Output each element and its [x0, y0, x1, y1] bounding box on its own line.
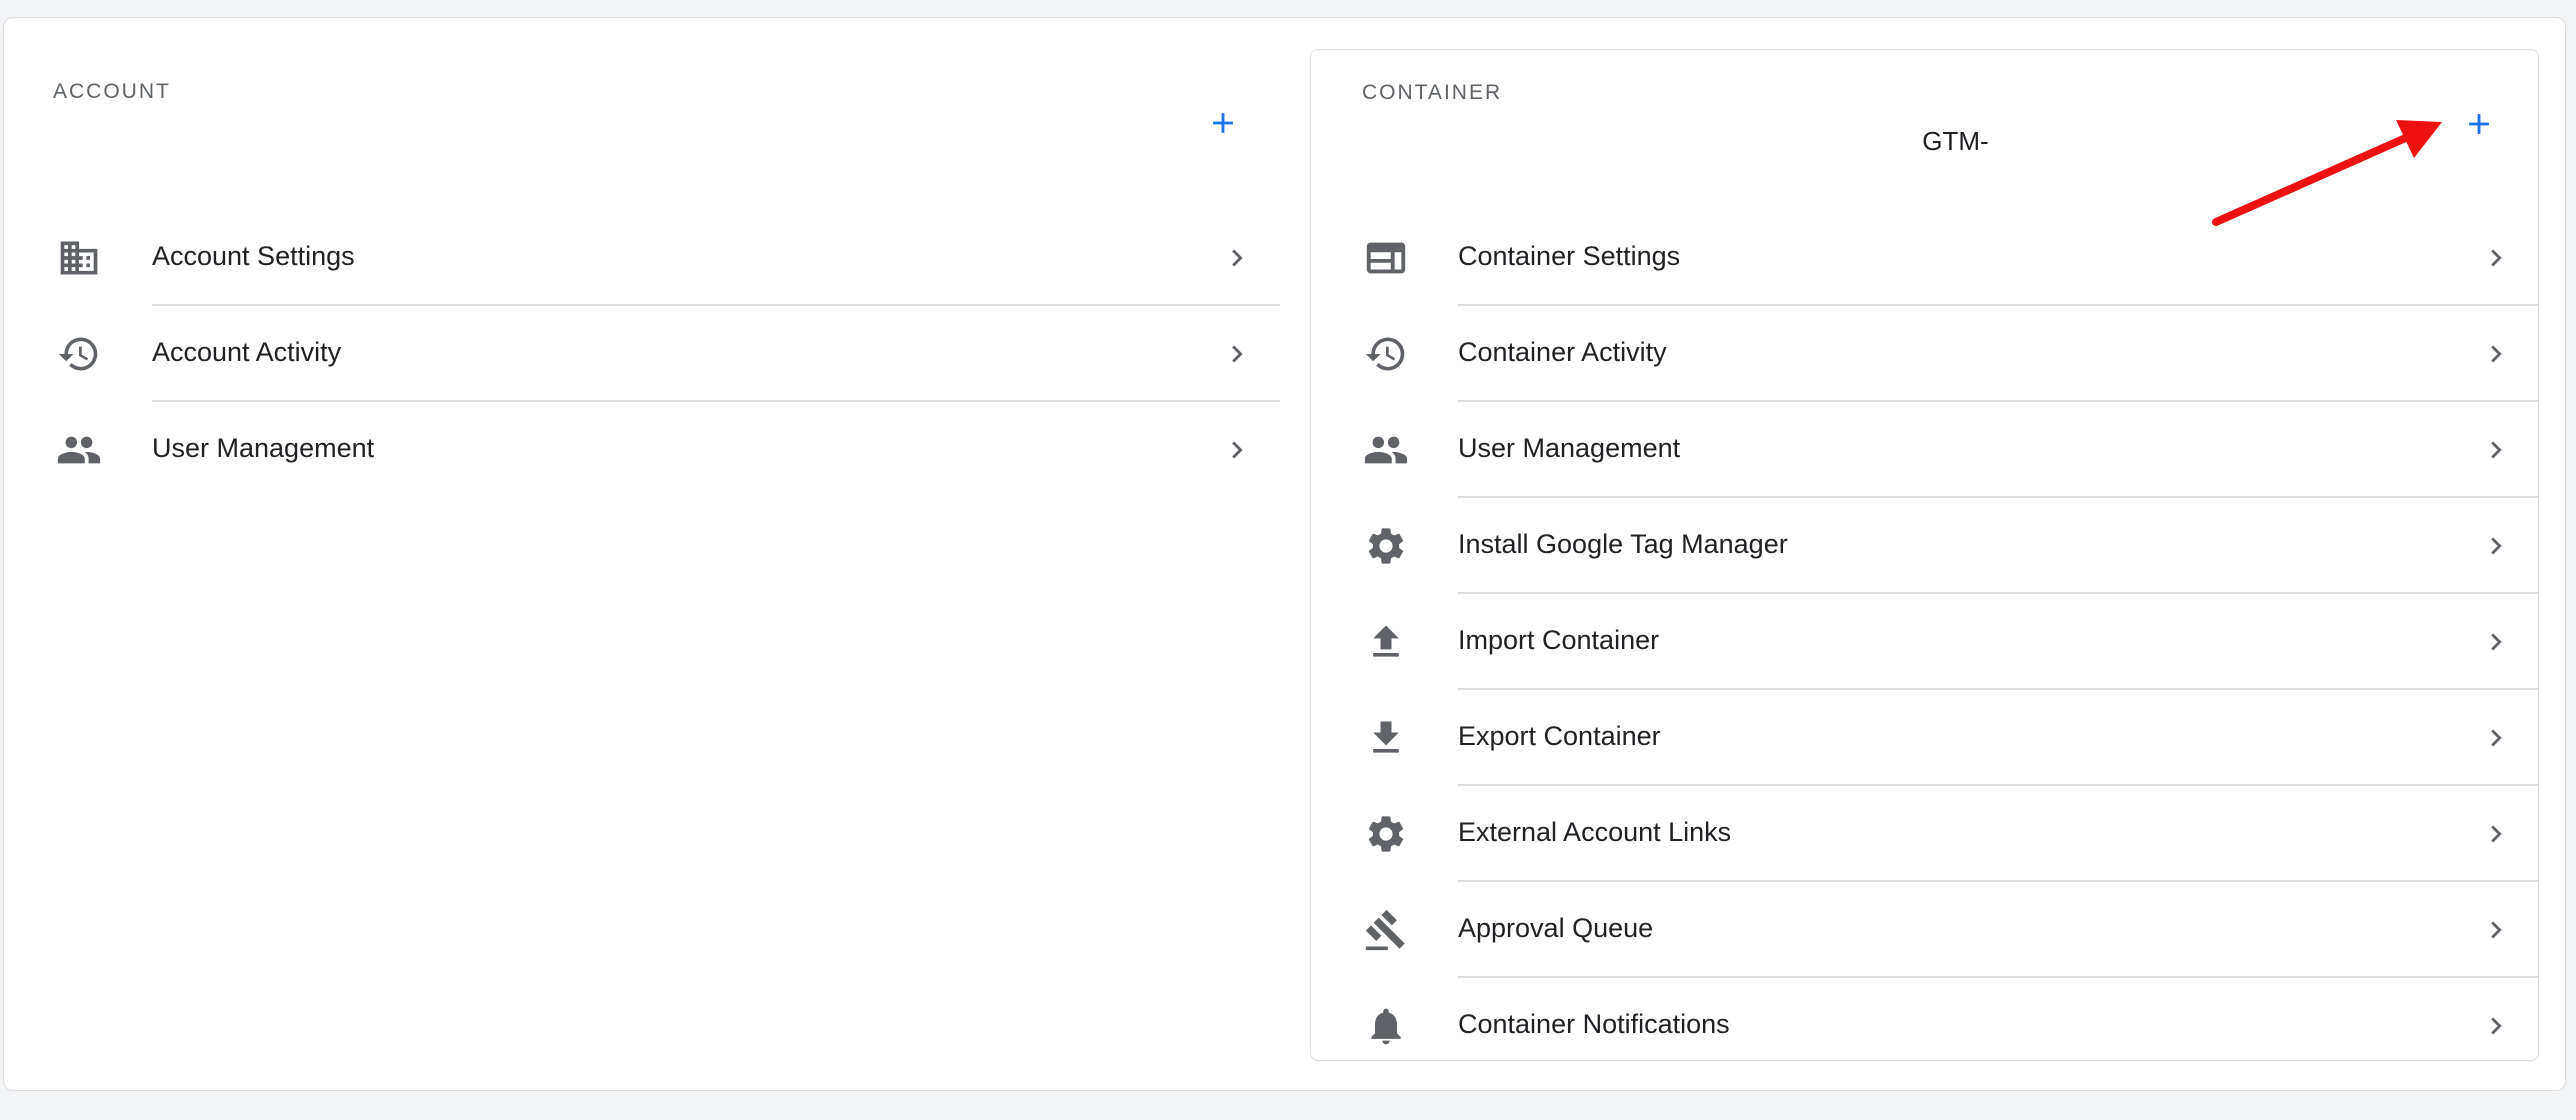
approval-queue-label: Approval Queue: [1458, 913, 1654, 943]
account-activity-label: Account Activity: [152, 337, 342, 367]
container-notifications-row[interactable]: Container Notifications: [1311, 978, 2538, 1074]
chevron-right-icon: [2478, 624, 2514, 660]
account-user-management-row[interactable]: User Management: [4, 402, 1280, 498]
chevron-right-icon: [2478, 528, 2514, 564]
account-settings-row[interactable]: Account Settings: [4, 210, 1280, 306]
create-account-button[interactable]: [1198, 98, 1248, 148]
chevron-right-icon: [1219, 432, 1255, 468]
chevron-right-icon: [2478, 240, 2514, 276]
bell-icon: [1362, 1002, 1410, 1050]
external-account-links-label: External Account Links: [1458, 817, 1732, 847]
container-activity-label: Container Activity: [1458, 337, 1667, 367]
account-section-title: ACCOUNT: [53, 80, 171, 103]
container-activity-row[interactable]: Container Activity: [1311, 306, 2538, 402]
container-user-management-row[interactable]: User Management: [1311, 402, 2538, 498]
install-gtm-row[interactable]: Install Google Tag Manager: [1311, 498, 2538, 594]
account-menu: Account Settings Account Activity User M…: [4, 210, 1280, 498]
export-container-label: Export Container: [1458, 721, 1661, 751]
web-layout-icon: [1362, 234, 1410, 282]
chevron-right-icon: [2478, 336, 2514, 372]
chevron-right-icon: [2478, 816, 2514, 852]
gavel-icon: [1362, 906, 1410, 954]
import-container-label: Import Container: [1458, 625, 1660, 655]
account-panel: ACCOUNT Account Settings Account Activit…: [4, 18, 1299, 1090]
account-user-management-label: User Management: [152, 433, 375, 463]
install-gtm-label: Install Google Tag Manager: [1458, 529, 1788, 559]
container-settings-row[interactable]: Container Settings: [1311, 210, 2538, 306]
container-id: GTM-: [1922, 126, 1989, 156]
chevron-right-icon: [1219, 240, 1255, 276]
chevron-right-icon: [2478, 912, 2514, 948]
plus-icon: [1213, 113, 1233, 133]
people-icon: [1362, 426, 1410, 474]
import-container-row[interactable]: Import Container: [1311, 594, 2538, 690]
chevron-right-icon: [2478, 432, 2514, 468]
upload-icon: [1362, 618, 1410, 666]
container-user-management-label: User Management: [1458, 433, 1681, 463]
people-icon: [55, 426, 103, 474]
domain-icon: [55, 234, 103, 282]
account-settings-label: Account Settings: [152, 241, 355, 271]
gear-icon: [1362, 522, 1410, 570]
container-settings-label: Container Settings: [1458, 241, 1681, 271]
download-icon: [1362, 714, 1410, 762]
export-container-row[interactable]: Export Container: [1311, 690, 2538, 786]
admin-card: ACCOUNT Account Settings Account Activit…: [3, 17, 2566, 1091]
history-icon: [1362, 330, 1410, 378]
container-section-title: CONTAINER: [1362, 81, 1503, 104]
history-icon: [55, 330, 103, 378]
container-panel: CONTAINER GTM- Container Settings Contai: [1310, 49, 2539, 1061]
container-notifications-label: Container Notifications: [1458, 1009, 1730, 1039]
approval-queue-row[interactable]: Approval Queue: [1311, 882, 2538, 978]
container-menu: Container Settings Container Activity Us…: [1311, 210, 2538, 1074]
external-account-links-row[interactable]: External Account Links: [1311, 786, 2538, 882]
gear-icon: [1362, 810, 1410, 858]
chevron-right-icon: [1219, 336, 1255, 372]
account-activity-row[interactable]: Account Activity: [4, 306, 1280, 402]
chevron-right-icon: [2478, 720, 2514, 756]
chevron-right-icon: [2478, 1008, 2514, 1044]
